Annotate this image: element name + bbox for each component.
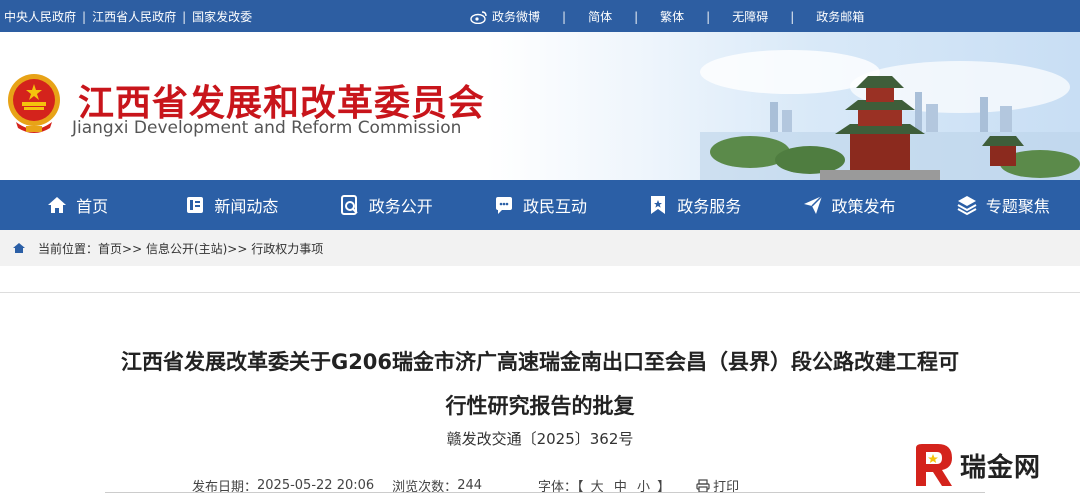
separator: | [182, 9, 187, 24]
link-jiangxi-government[interactable]: 江西省人民政府 [92, 8, 176, 25]
nav-item-interaction[interactable]: 政民互动 [463, 180, 617, 230]
nav-label: 政务服务 [677, 197, 742, 216]
document-search-icon [340, 195, 358, 215]
accessibility-link[interactable]: 无障碍 [732, 8, 768, 25]
top-links: 中央人民政府 | 江西省人民政府 | 国家发改委 [4, 8, 252, 25]
home-icon [48, 197, 67, 213]
layers-icon [957, 196, 977, 216]
ruijin-logo-icon [916, 444, 952, 486]
separator: | [790, 9, 795, 24]
weibo-link[interactable]: 政务微博 [470, 8, 540, 25]
nav-label: 专题聚焦 [985, 197, 1050, 216]
location-home-icon [13, 243, 25, 253]
traditional-link[interactable]: 繁体 [660, 8, 684, 25]
top-tools: 政务微博 | 简体 | 繁体 | 无障碍 | 政务邮箱 [470, 8, 864, 25]
national-emblem-icon[interactable] [4, 72, 64, 136]
nav-label: 新闻动态 [214, 197, 279, 216]
tengwang-pavilion-scenery [700, 50, 1080, 180]
weibo-label: 政务微博 [492, 10, 541, 24]
weibo-icon [470, 10, 487, 24]
article-title: 江西省发展改革委关于G206瑞金市济广高速瑞金南出口至会昌（县界）段公路改建工程… [70, 340, 1010, 428]
breadcrumb: 当前位置： 首页>> 信息公开(主站)>> 行政权力事项 [0, 230, 1080, 266]
nav-item-services[interactable]: 政务服务 [617, 180, 771, 230]
nav-item-policy[interactable]: 政策发布 [771, 180, 925, 230]
divider [0, 292, 1080, 293]
separator: | [634, 9, 639, 24]
meta-underline [105, 492, 985, 493]
publish-date: 2025-05-22 20:06 [257, 478, 375, 493]
nav-item-topics[interactable]: 专题聚焦 [926, 180, 1080, 230]
nav-label: 首页 [76, 197, 109, 216]
site-subtitle: Jiangxi Development and Reform Commissio… [72, 118, 462, 138]
simplified-link[interactable]: 简体 [588, 8, 612, 25]
breadcrumb-path[interactable]: 首页>> 信息公开(主站)>> 行政权力事项 [98, 240, 323, 257]
ruijin-watermark-logo: 瑞金网 [910, 440, 1080, 490]
separator: | [562, 9, 567, 24]
nav-label: 政务公开 [368, 197, 433, 216]
top-bar: 中央人民政府 | 江西省人民政府 | 国家发改委 政务微博 | 简体 | 繁体 … [0, 0, 1080, 32]
mailbox-link[interactable]: 政务邮箱 [816, 8, 864, 25]
nav-item-home[interactable]: 首页 [0, 180, 154, 230]
watermark-text: 瑞金网 [960, 452, 1042, 483]
article-title-line2: 行性研究报告的批复 [445, 394, 635, 418]
main-nav: 首页 新闻动态 政务公开 政民互动 政务服务 政策发布 专题聚焦 [0, 180, 1080, 230]
article-title-line1: 江西省发展改革委关于G206瑞金市济广高速瑞金南出口至会昌（县界）段公路改建工程… [120, 350, 960, 374]
nav-label: 政策发布 [831, 197, 896, 216]
link-ndrc[interactable]: 国家发改委 [192, 8, 252, 25]
breadcrumb-prefix: 当前位置： [38, 241, 99, 256]
send-icon [803, 195, 823, 214]
header-banner: 江西省发展和改革委员会 Jiangxi Development and Refo… [0, 32, 1080, 180]
printer-icon [696, 478, 710, 493]
news-icon [187, 197, 204, 213]
nav-item-government-affairs[interactable]: 政务公开 [309, 180, 463, 230]
views-count: 244 [457, 478, 483, 493]
chat-icon [495, 197, 512, 214]
link-central-government[interactable]: 中央人民政府 [4, 8, 76, 25]
bookmark-icon [651, 196, 666, 214]
separator: | [706, 9, 711, 24]
nav-item-news[interactable]: 新闻动态 [154, 180, 308, 230]
separator: | [82, 9, 87, 24]
nav-label: 政民互动 [522, 197, 587, 216]
